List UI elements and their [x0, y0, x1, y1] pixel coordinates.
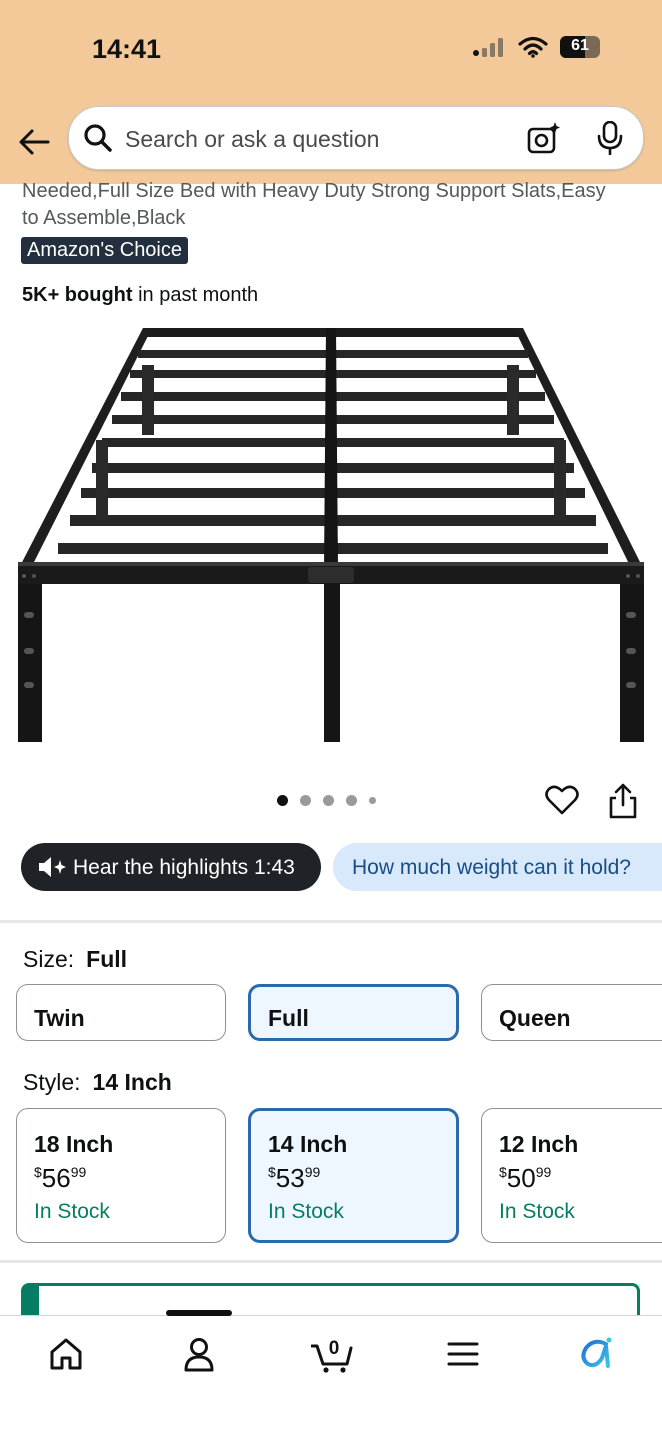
search-input[interactable]: Search or ask a question [125, 126, 379, 153]
style-selected-value: 14 Inch [92, 1069, 172, 1095]
size-option-label: Twin [34, 1005, 85, 1031]
pagination-dot[interactable] [346, 795, 357, 806]
bought-count-bold: 5K+ bought [22, 284, 133, 306]
suggested-question-label: How much weight can it hold? [352, 856, 631, 879]
camera-search-icon[interactable] [527, 121, 561, 155]
size-option-label: Queen [499, 1005, 571, 1031]
price-fraction: 99 [304, 1164, 321, 1180]
pagination-dot[interactable] [277, 795, 288, 806]
rufus-icon[interactable] [576, 1334, 616, 1374]
price-currency: $ [499, 1164, 507, 1180]
price-whole: 53 [275, 1163, 305, 1193]
pagination-dot[interactable] [369, 797, 376, 804]
search-icon [84, 124, 112, 152]
style-option-price: $5399 [268, 1163, 320, 1194]
style-label-row: Style: 14 Inch [23, 1069, 172, 1096]
signal-icon [473, 38, 503, 57]
style-option-14-inch[interactable]: 14 Inch $5399 In Stock [248, 1108, 459, 1243]
active-tab-indicator [166, 1310, 232, 1316]
style-option-price: $5699 [34, 1163, 86, 1194]
size-option-label: Full [268, 1005, 309, 1031]
style-label: Style: [23, 1069, 81, 1095]
size-selected-value: Full [86, 946, 128, 972]
back-arrow-icon[interactable] [16, 124, 52, 160]
size-label: Size: [23, 946, 75, 972]
bought-count-rest: in past month [132, 284, 259, 306]
status-time: 14:41 [92, 34, 162, 64]
status-bar: 14:41 61 [0, 0, 662, 100]
style-option-price: $5099 [499, 1163, 551, 1194]
bottom-nav: 0 [0, 1310, 662, 1441]
heart-icon[interactable] [545, 783, 579, 817]
menu-icon[interactable] [443, 1334, 483, 1374]
pagination-dot[interactable] [300, 795, 311, 806]
search-header: Search or ask a question [0, 100, 662, 184]
share-icon[interactable] [607, 783, 639, 819]
size-option-twin[interactable]: Twin [16, 984, 226, 1041]
style-option-label: 12 Inch [499, 1131, 579, 1157]
stock-status: In Stock [268, 1200, 344, 1223]
price-fraction: 99 [535, 1164, 552, 1180]
bought-count: 5K+ bought in past month [22, 284, 258, 307]
cart-icon[interactable]: 0 [311, 1334, 355, 1374]
battery-level: 61 [571, 37, 589, 54]
product-title-line: Needed,Full Size Bed with Heavy Duty Str… [22, 180, 606, 202]
pagination-dot[interactable] [323, 795, 334, 806]
style-option-label: 18 Inch [34, 1131, 114, 1157]
speaker-sparkle-icon [39, 857, 66, 877]
price-currency: $ [268, 1164, 276, 1180]
stock-status: In Stock [499, 1200, 575, 1223]
product-title: Needed,Full Size Bed with Heavy Duty Str… [22, 178, 647, 232]
microphone-icon[interactable] [597, 121, 623, 155]
price-whole: 56 [41, 1163, 71, 1193]
product-title-line: to Assemble,Black [22, 207, 186, 229]
size-option-full[interactable]: Full [248, 984, 459, 1041]
price-currency: $ [34, 1164, 42, 1180]
size-label-row: Size: Full [23, 946, 127, 973]
price-whole: 50 [506, 1163, 536, 1193]
style-option-18-inch[interactable]: 18 Inch $5699 In Stock [16, 1108, 226, 1243]
home-icon[interactable] [46, 1334, 86, 1374]
search-bar[interactable]: Search or ask a question [68, 106, 644, 170]
section-divider [0, 1260, 662, 1263]
style-option-12-inch[interactable]: 12 Inch $5099 In Stock [481, 1108, 662, 1243]
account-icon[interactable] [179, 1334, 219, 1374]
status-icons: 61 [472, 36, 600, 58]
hear-highlights-button[interactable]: Hear the highlights 1:43 [21, 843, 321, 891]
suggested-question-pill[interactable]: How much weight can it hold? [333, 843, 662, 891]
amazons-choice-badge: Amazon's Choice [21, 237, 188, 264]
style-option-label: 14 Inch [268, 1131, 348, 1157]
size-option-queen[interactable]: Queen [481, 984, 662, 1041]
cart-count: 0 [329, 1338, 340, 1359]
product-image[interactable] [10, 320, 652, 750]
hear-highlights-label: Hear the highlights 1:43 [73, 856, 295, 879]
wifi-icon [518, 36, 548, 58]
battery-icon: 61 [560, 36, 600, 58]
stock-status: In Stock [34, 1200, 110, 1223]
section-divider [0, 920, 662, 923]
price-fraction: 99 [70, 1164, 87, 1180]
image-pagination[interactable] [277, 795, 376, 806]
